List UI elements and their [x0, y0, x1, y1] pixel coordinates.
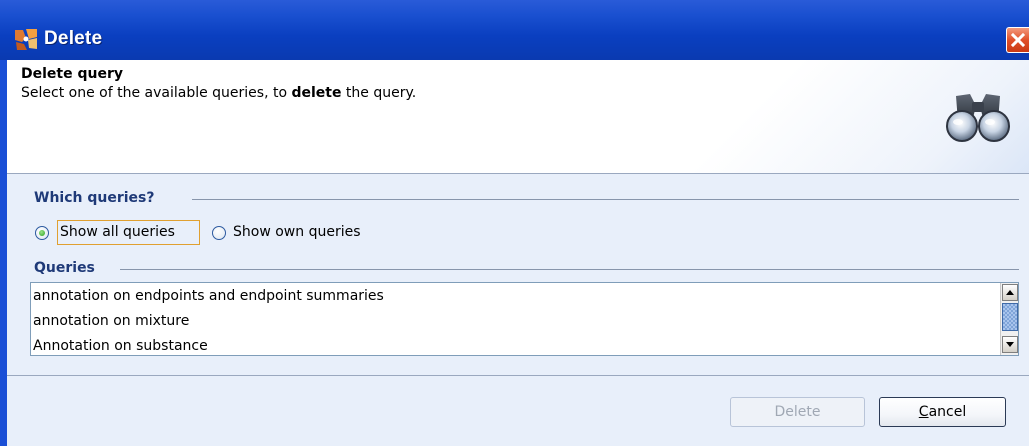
arrow-down-icon — [1006, 342, 1014, 347]
radio-button[interactable] — [35, 226, 49, 240]
queries-divider — [120, 269, 1019, 270]
delete-button[interactable]: Delete — [730, 397, 865, 427]
list-scrollbar[interactable] — [1000, 283, 1018, 355]
cancel-mnemonic: C — [918, 404, 929, 420]
close-button[interactable] — [1006, 27, 1029, 53]
list-item[interactable]: annotation on endpoints and endpoint sum… — [33, 288, 384, 304]
close-icon — [1010, 32, 1026, 48]
queries-section-label: Queries — [34, 260, 95, 276]
radio-label-show-own[interactable]: Show own queries — [233, 224, 361, 240]
header-description: Select one of the available queries, to … — [21, 85, 417, 101]
footer-separator — [7, 375, 1029, 376]
list-item[interactable]: annotation on mixture — [33, 313, 189, 329]
queries-list[interactable]: annotation on endpoints and endpoint sum… — [30, 282, 1019, 356]
list-item[interactable]: Annotation on substance — [33, 338, 208, 354]
scroll-up-button[interactable] — [1002, 284, 1018, 301]
app-logo-icon — [15, 29, 37, 50]
scope-divider — [192, 199, 1019, 200]
radio-selected-dot — [39, 230, 45, 236]
cancel-label: ancel — [928, 404, 967, 420]
dialog-header: Delete query Select one of the available… — [7, 60, 1029, 174]
arrow-up-icon — [1006, 290, 1014, 295]
radio-label-show-all[interactable]: Show all queries — [60, 224, 175, 240]
scroll-down-button[interactable] — [1002, 336, 1018, 353]
scope-section-label: Which queries? — [34, 190, 155, 206]
cancel-button[interactable]: Cancel — [879, 397, 1006, 427]
header-title: Delete query — [21, 66, 123, 82]
radio-button[interactable] — [212, 226, 226, 240]
title-bar[interactable]: Delete — [0, 0, 1029, 61]
binoculars-icon — [946, 94, 1010, 142]
window-frame — [0, 60, 7, 446]
window-title: Delete — [44, 28, 103, 49]
scroll-thumb[interactable] — [1002, 303, 1018, 331]
